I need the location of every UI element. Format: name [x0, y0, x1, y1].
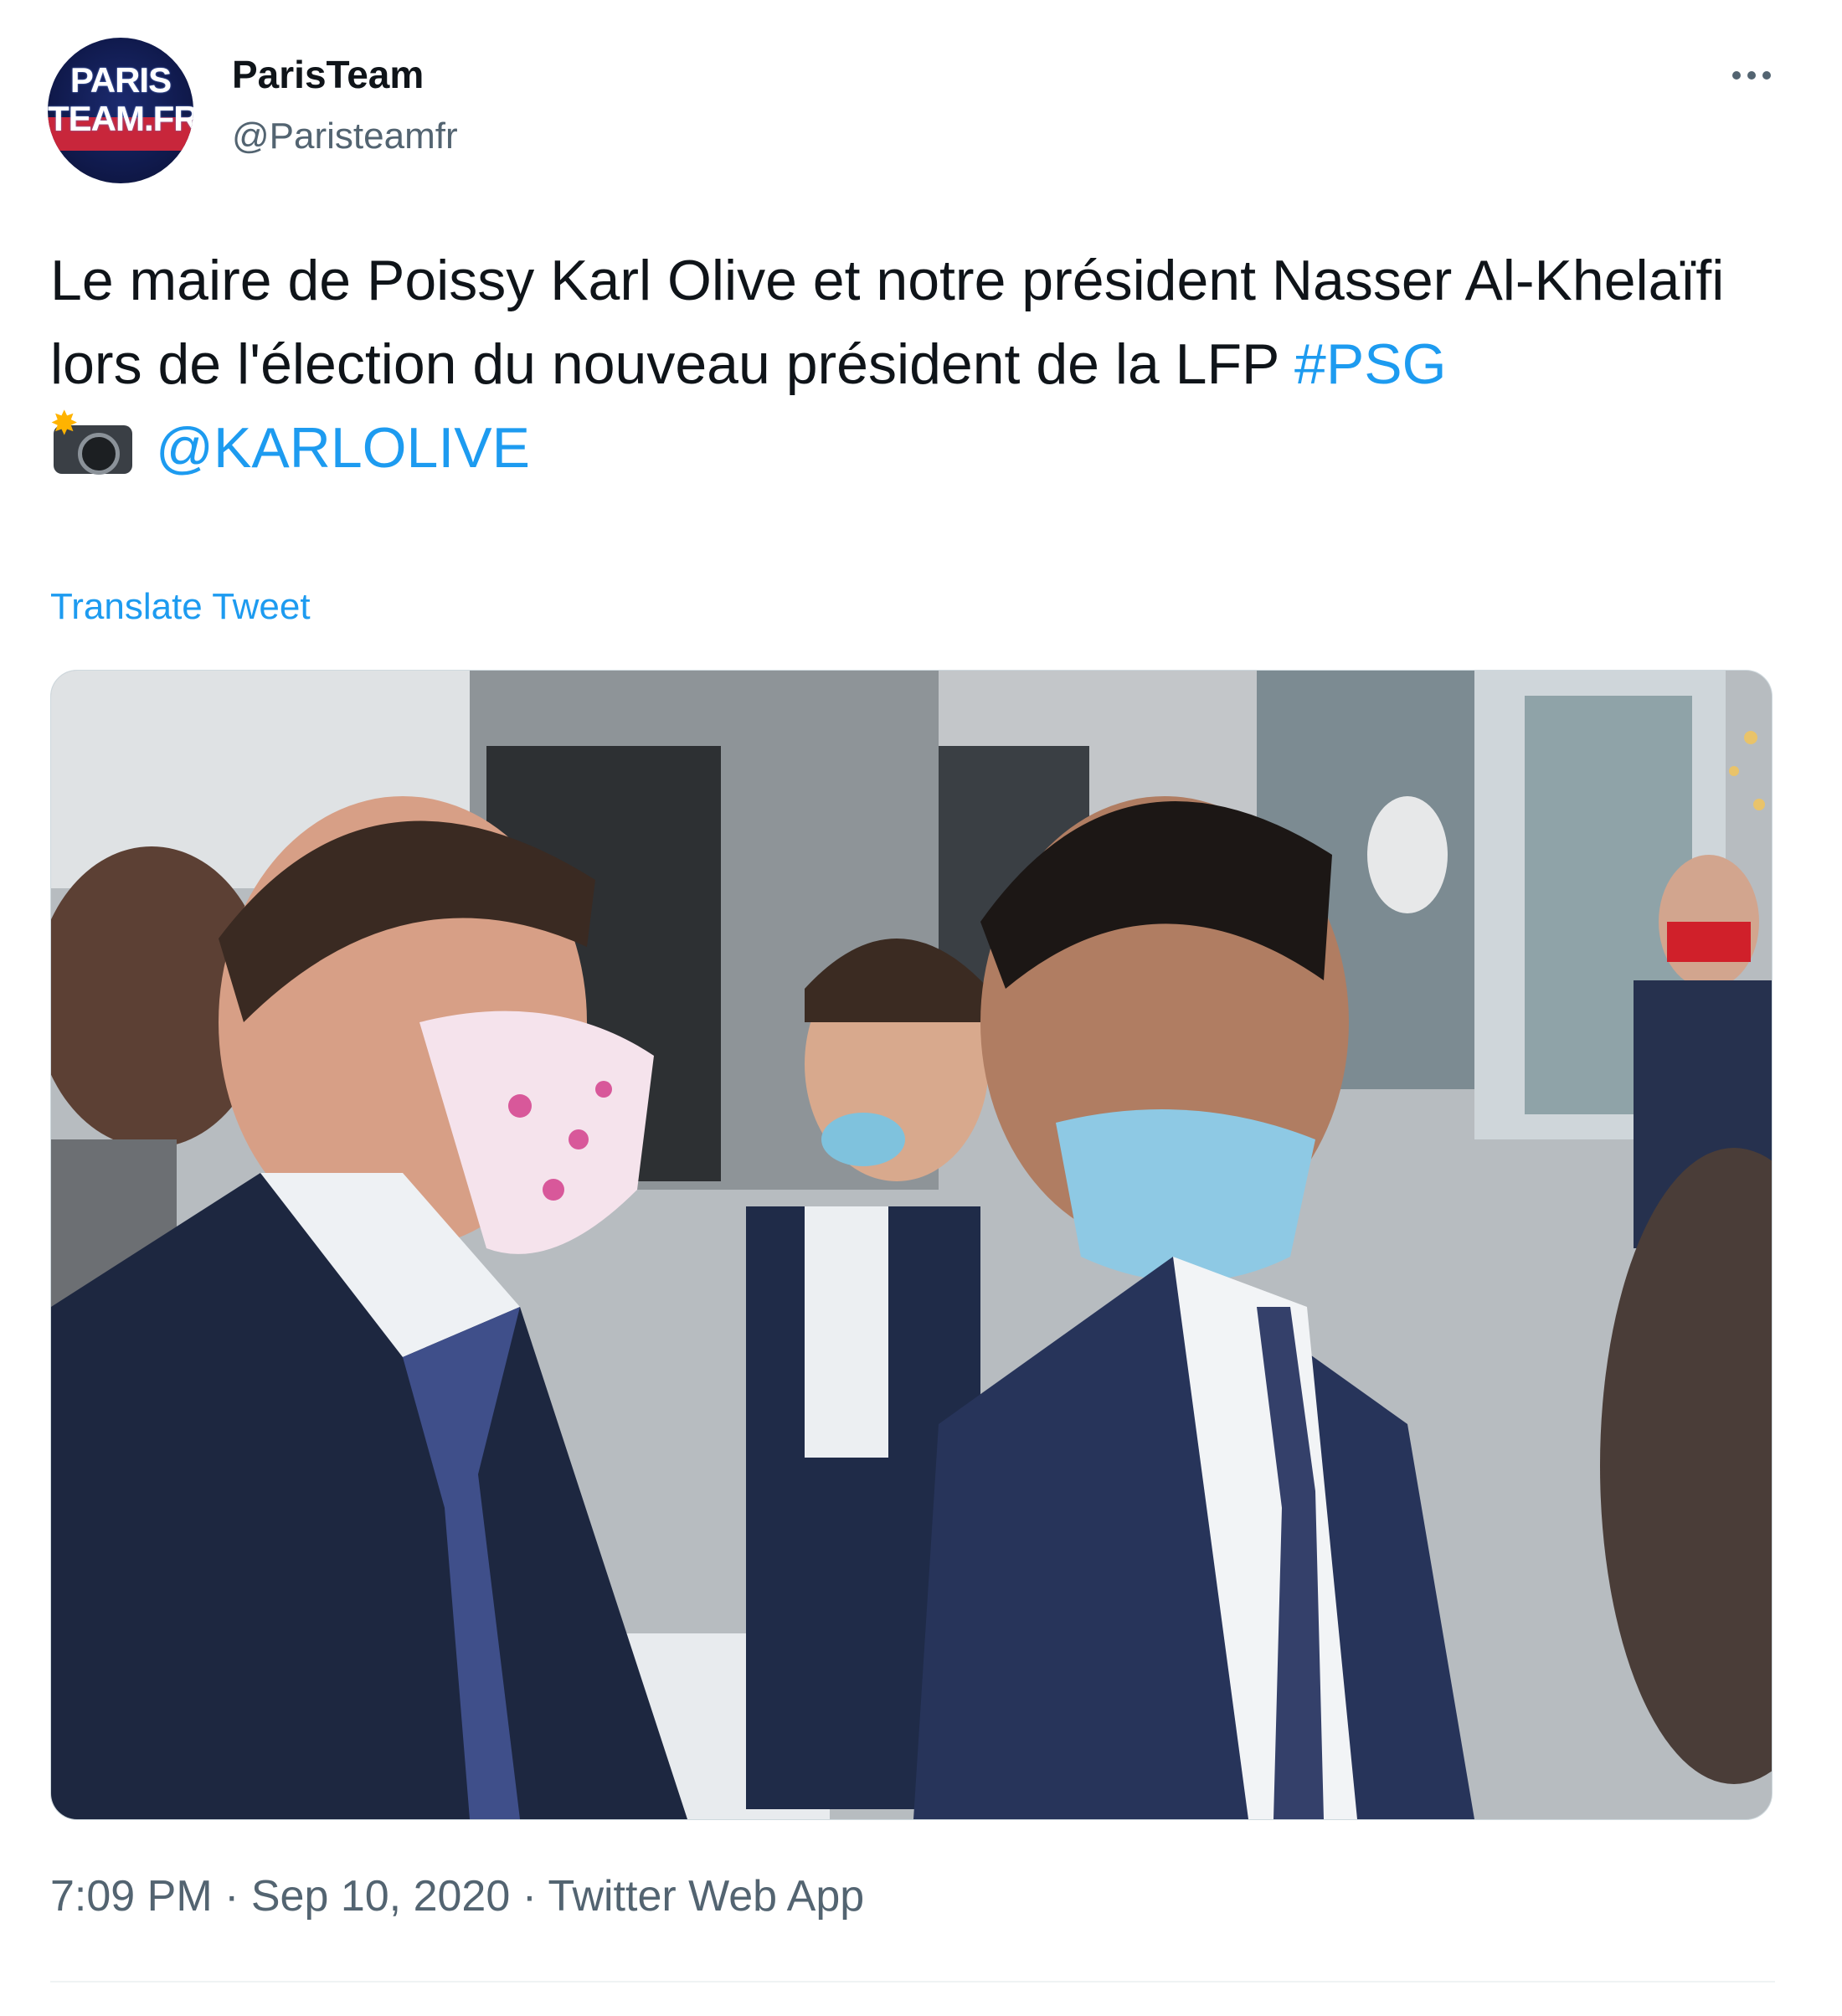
divider — [50, 1981, 1775, 1983]
tweet-photo[interactable] — [50, 670, 1773, 1820]
more-options-icon[interactable] — [1726, 59, 1777, 92]
avatar[interactable]: PARIS TEAM.FR — [48, 38, 193, 183]
mention-link[interactable]: @KARLOLIVE — [156, 416, 530, 480]
hashtag-link[interactable]: #PSG — [1294, 332, 1446, 396]
meta-separator: · — [510, 1872, 548, 1921]
tweet-source[interactable]: Twitter Web App — [548, 1872, 865, 1921]
avatar-logo: PARIS TEAM.FR — [48, 60, 193, 138]
tweet-text: Le maire de Poissy Karl Olive et notre p… — [50, 239, 1792, 490]
tweet-date[interactable]: Sep 10, 2020 — [251, 1872, 510, 1921]
author-handle[interactable]: @Paristeamfr — [232, 116, 458, 157]
camera-flash-icon: ✸ — [50, 407, 134, 475]
tweet-meta: 7:09 PM · Sep 10, 2020 · Twitter Web App — [50, 1871, 864, 1921]
author-display-name[interactable]: ParisTeam — [232, 52, 424, 97]
tweet-body-text: Le maire de Poissy Karl Olive et notre p… — [50, 249, 1741, 396]
tweet-photo-image — [51, 671, 1772, 1819]
translate-tweet-link[interactable]: Translate Tweet — [50, 586, 311, 628]
meta-separator: · — [212, 1872, 251, 1921]
tweet-time[interactable]: 7:09 PM — [50, 1872, 213, 1921]
